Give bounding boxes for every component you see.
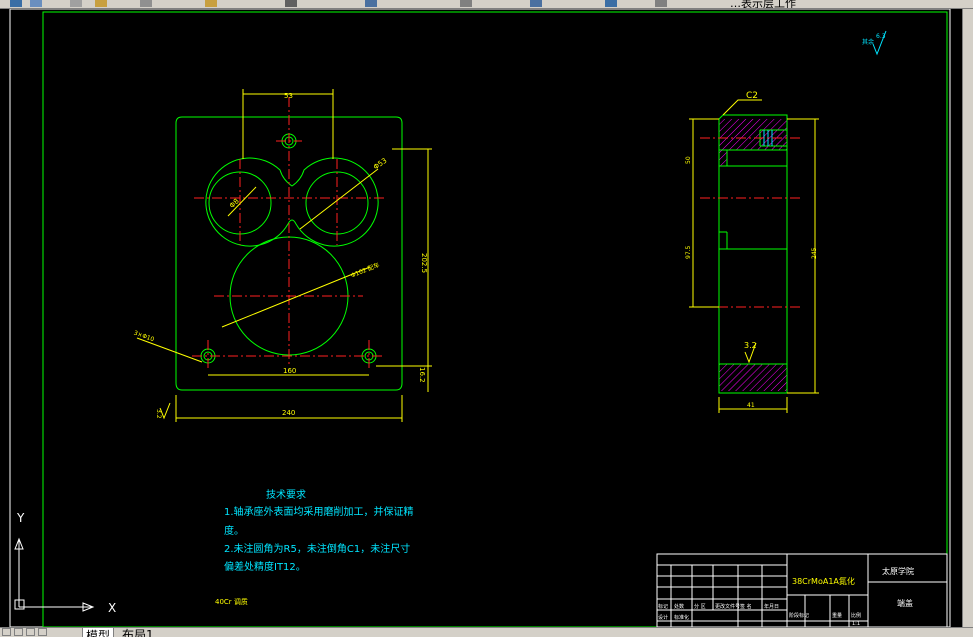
toolbar-button[interactable] (655, 0, 667, 7)
title-block-headers: 标记 处数 分 区 更改文件号 签 名 年月日 设计 标准化 阶段标记 重量 比… (658, 603, 861, 627)
dim-right-height: 202.5 (420, 253, 428, 273)
dim-top-section: 50 (685, 156, 692, 164)
svg-text:签 名: 签 名 (740, 603, 752, 610)
toolbar-button[interactable] (460, 0, 472, 7)
svg-text:处数: 处数 (674, 603, 684, 610)
dim-top: 53 (284, 92, 293, 100)
dim-mid-section: 97.5 (685, 245, 692, 259)
title-material: 38CrMoA1A氮化 (792, 576, 855, 586)
tech-note-line: 2.未注圆角为R5，未注倒角C1，未注尺寸 (224, 544, 411, 555)
svg-text:年月日: 年月日 (764, 603, 779, 610)
tech-note-line: 偏差处精度IT12。 (224, 562, 306, 573)
dim-bottom-offset: 16.2 (418, 367, 426, 383)
svg-text:设计: 设计 (658, 614, 668, 621)
roughness-corner: 其余 6.3 (862, 30, 887, 56)
toolbar-button[interactable] (140, 0, 152, 7)
title-school: 太原学院 (882, 566, 914, 576)
svg-text:重量: 重量 (832, 612, 842, 619)
toolbar-button[interactable] (10, 0, 22, 7)
dim-hole-callout: 3×Φ10 (133, 329, 155, 343)
cad-drawing: 53 Φ8 Φ53 Φ102 配车 3×Φ10 160 202.5 16.2 2… (9, 9, 951, 627)
svg-text:更改文件号: 更改文件号 (715, 603, 740, 610)
inner-frame (42, 11, 948, 627)
svg-text:比例: 比例 (851, 612, 861, 619)
toolbar-button[interactable] (530, 0, 542, 7)
dim-width: 41 (747, 402, 755, 409)
side-view: C2 50 97.5 245 41 3.2 (685, 91, 819, 413)
ucs-icon (14, 537, 95, 612)
tab-nav-last-button[interactable] (38, 628, 47, 636)
toolbar-text: …表示层工作 (730, 0, 796, 9)
tech-note-line: 度。 (224, 526, 244, 537)
dim-large-circle: Φ53 (372, 157, 388, 172)
toolbar-button[interactable] (285, 0, 297, 7)
dim-overall-height: 245 (811, 247, 818, 259)
toolbar-button[interactable] (365, 0, 377, 7)
tab-nav-first-button[interactable] (2, 628, 11, 636)
tab-nav-prev-button[interactable] (14, 628, 23, 636)
dim-small-hole: Φ8 (228, 197, 241, 210)
svg-text:6.3: 6.3 (876, 33, 886, 40)
side-roughness: 3.2 (744, 341, 757, 350)
toolbar-button[interactable] (605, 0, 617, 7)
outer-border (9, 9, 951, 627)
ucs-y-label: Y (16, 511, 25, 525)
tech-note-line: 1.轴承座外表面均采用磨削加工，并保证精 (224, 507, 414, 518)
side-centerlines (700, 137, 800, 308)
front-view: 53 Φ8 Φ53 Φ102 配车 3×Φ10 160 202.5 16.2 2… (133, 89, 432, 422)
svg-text:阶段标记: 阶段标记 (789, 612, 809, 619)
toolbar-button[interactable] (30, 0, 42, 7)
dim-center-bore: Φ102 配车 (350, 261, 381, 280)
ucs-x-label: X (108, 601, 116, 615)
toolbar-button[interactable] (205, 0, 217, 7)
centerlines (192, 97, 385, 371)
drawing-canvas[interactable]: 53 Φ8 Φ53 Φ102 配车 3×Φ10 160 202.5 16.2 2… (0, 9, 962, 627)
roughness-left: 3.2 (155, 409, 162, 419)
toolbar: …表示层工作 (0, 0, 973, 9)
svg-text:其余: 其余 (862, 38, 874, 46)
svg-text:标准化: 标准化 (674, 614, 689, 621)
material-note: 40Cr 调质 (215, 598, 248, 606)
tab-nav-next-button[interactable] (26, 628, 35, 636)
title-drawing-name: 端盖 (897, 598, 913, 608)
toolbar-button[interactable] (70, 0, 82, 7)
dim-hole-span: 160 (283, 367, 296, 375)
tech-notes-heading: 技术要求 (266, 490, 306, 501)
vertical-scrollbar[interactable] (962, 9, 973, 627)
svg-text:分 区: 分 区 (694, 603, 706, 610)
dim-total-width: 240 (282, 409, 295, 417)
chamfer-label: C2 (746, 91, 758, 101)
toolbar-button[interactable] (95, 0, 107, 7)
svg-text:标记: 标记 (658, 603, 668, 610)
